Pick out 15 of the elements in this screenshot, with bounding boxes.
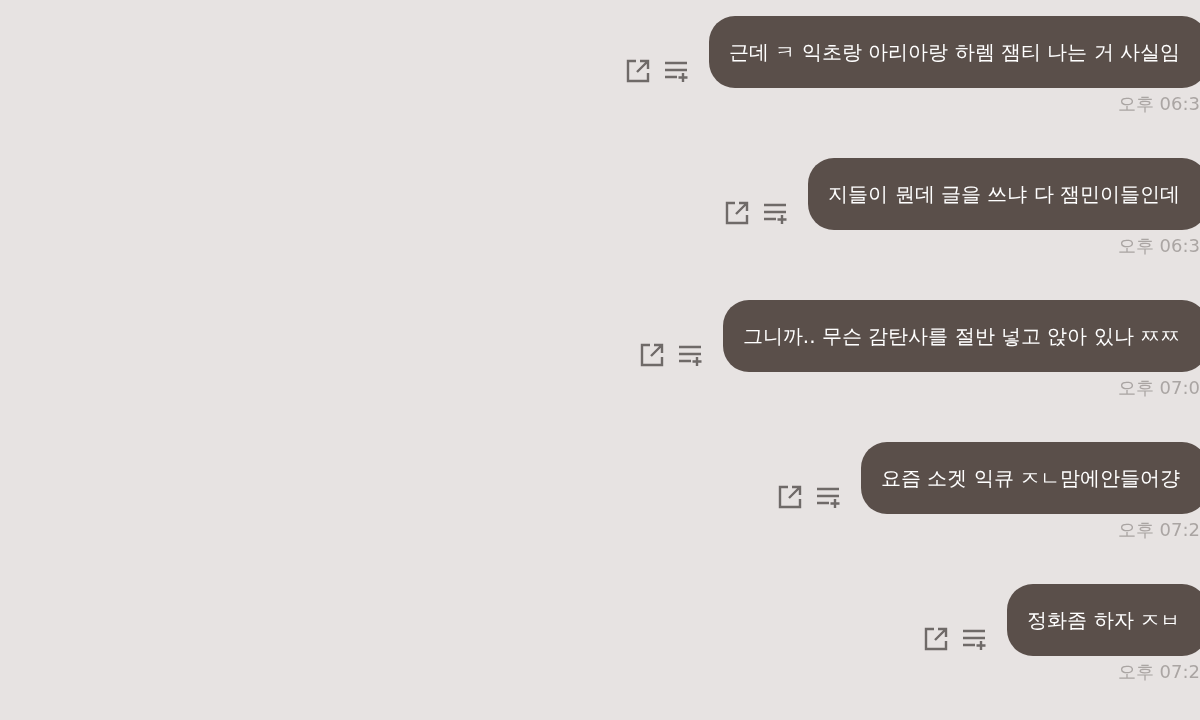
message-bubble: 정화좀 하자 ㅈㅂ — [1007, 584, 1200, 656]
share-icon[interactable] — [923, 626, 950, 652]
message-bubble: 요즘 소겟 익큐 ㅈㄴ맘에안들어걍 — [860, 442, 1200, 514]
message-time: 오후 06:3 — [1117, 92, 1200, 116]
message-time: 오후 07:2 — [1117, 660, 1200, 684]
share-icon[interactable] — [638, 342, 665, 368]
share-icon[interactable] — [776, 484, 803, 510]
share-icon[interactable] — [625, 58, 652, 84]
message-time: 오후 06:3 — [1117, 234, 1200, 258]
message-bubble: 근데 ㅋ 익초랑 아리아랑 하렘 잼티 나는 거 사실임 — [709, 16, 1200, 88]
message-bubble: 지들이 뭔데 글을 쓰냐 다 잼민이들인데 — [808, 158, 1200, 230]
message-time: 오후 07:0 — [1117, 376, 1200, 400]
share-icon[interactable] — [724, 200, 751, 226]
message-bubble: 그니까.. 무슨 감탄사를 절반 넣고 앉아 있나 ㅉㅉ — [722, 300, 1200, 372]
message-time: 오후 07:2 — [1117, 518, 1200, 542]
